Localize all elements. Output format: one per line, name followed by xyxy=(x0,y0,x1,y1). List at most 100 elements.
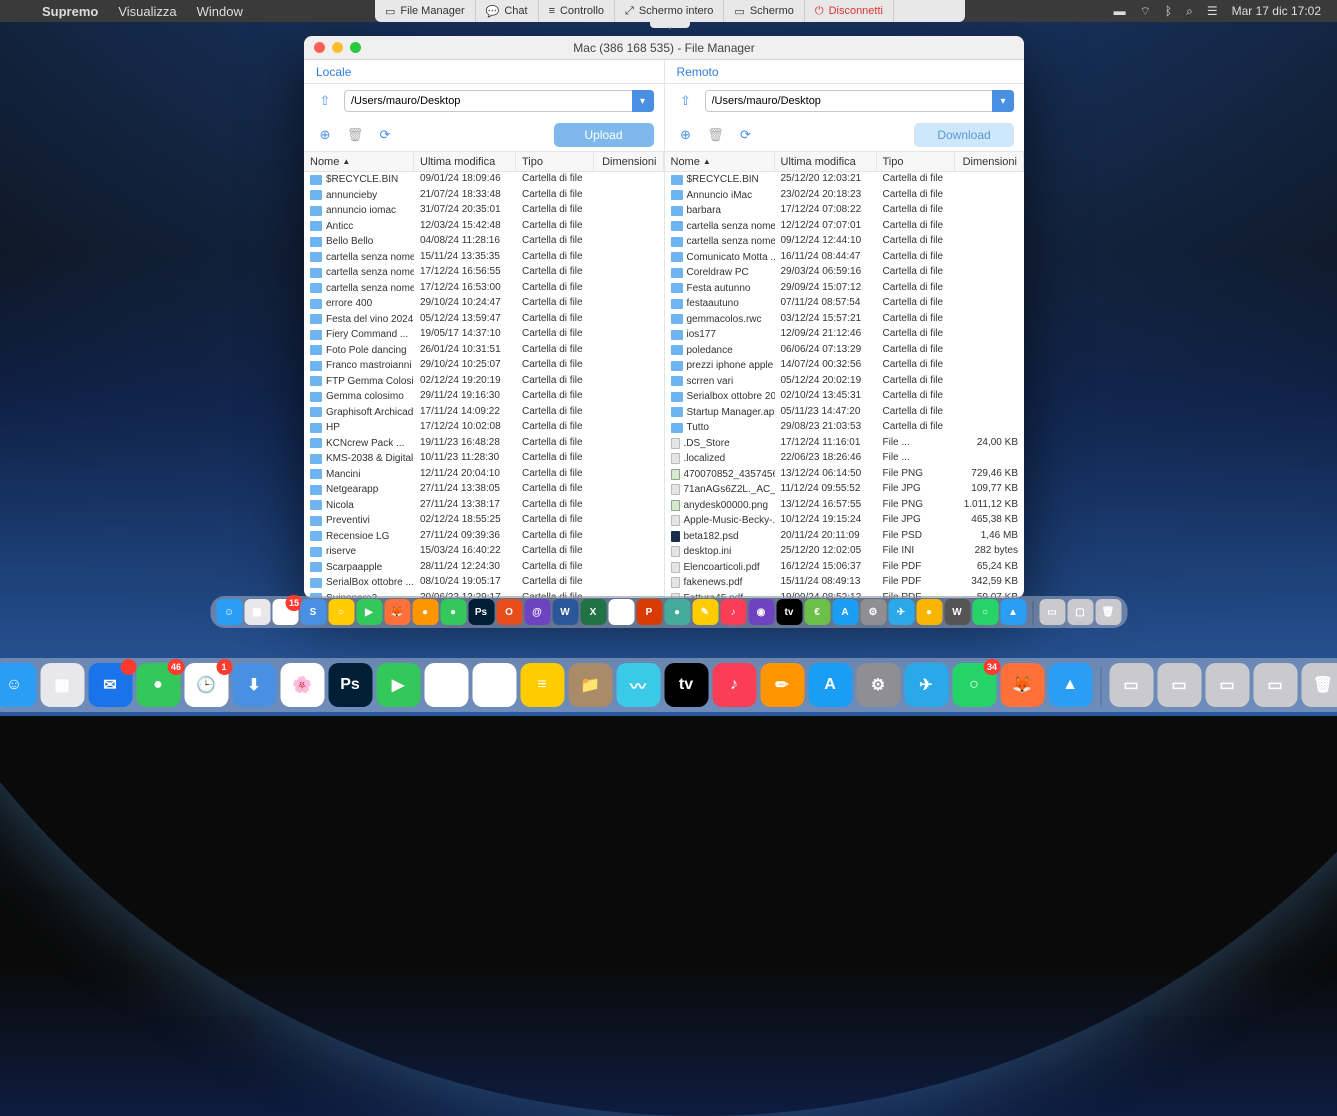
download-button[interactable]: Download xyxy=(914,123,1014,147)
dock-app-icon[interactable]: ● xyxy=(664,599,690,625)
dock-minimized-icon[interactable]: ▭ xyxy=(1157,663,1201,707)
file-row[interactable]: cartella senza nome15/11/24 13:35:35Cart… xyxy=(304,250,664,266)
trash-icon[interactable]: 🗑 xyxy=(1095,599,1121,625)
dock-app-icon[interactable]: ≡ xyxy=(520,663,564,707)
dock-minimized-icon[interactable]: ▭ xyxy=(1205,663,1249,707)
dock-app-icon[interactable]: 〰 xyxy=(616,663,660,707)
dock-app-icon[interactable]: ✎ xyxy=(472,663,516,707)
col-size[interactable]: Dimensioni xyxy=(594,152,664,171)
file-row[interactable]: annuncieby21/07/24 18:33:48Cartella di f… xyxy=(304,188,664,204)
file-row[interactable]: 470070852_4357456...13/12/24 06:14:50Fil… xyxy=(665,467,1025,483)
dock-app-icon[interactable]: ○ xyxy=(972,599,998,625)
file-row[interactable]: HP17/12/24 10:02:08Cartella di file xyxy=(304,420,664,436)
dock-app-icon[interactable]: ✎ xyxy=(692,599,718,625)
dock-minimized-icon[interactable]: ▭ xyxy=(1039,599,1065,625)
file-row[interactable]: $RECYCLE.BIN09/01/24 18:09:46Cartella di… xyxy=(304,172,664,188)
refresh-icon[interactable]: ⟳ xyxy=(374,124,396,146)
file-row[interactable]: SerialBox ottobre ...08/10/24 19:05:17Ca… xyxy=(304,575,664,591)
file-row[interactable]: cartella senza nome12/12/24 07:07:01Cart… xyxy=(665,219,1025,235)
wifi-icon[interactable]: ⌔ xyxy=(1140,4,1151,19)
dock-app-icon[interactable]: ✏ xyxy=(760,663,804,707)
dock-app-icon[interactable]: A xyxy=(808,663,852,707)
file-row[interactable]: .localized22/06/23 18:26:46File ... xyxy=(665,451,1025,467)
toolbar-schermo[interactable]: ▭Schermo xyxy=(724,0,804,22)
file-row[interactable]: festaautuno07/11/24 08:57:54Cartella di … xyxy=(665,296,1025,312)
file-row[interactable]: cartella senza nome 217/12/24 16:56:55Ca… xyxy=(304,265,664,281)
clock[interactable]: Mar 17 dic 17:02 xyxy=(1232,4,1321,18)
file-row[interactable]: Comunicato Motta ...16/11/24 08:44:47Car… xyxy=(665,250,1025,266)
file-row[interactable]: riserve15/03/24 16:40:22Cartella di file xyxy=(304,544,664,560)
file-row[interactable]: Festa del vino 202405/12/24 13:59:47Cart… xyxy=(304,312,664,328)
file-row[interactable]: cartella senza nome 209/12/24 12:44:10Ca… xyxy=(665,234,1025,250)
file-row[interactable]: Recensioe LG27/11/24 09:39:36Cartella di… xyxy=(304,529,664,545)
file-row[interactable]: scrren vari05/12/24 20:02:19Cartella di … xyxy=(665,374,1025,390)
dock-app-icon[interactable]: Ps xyxy=(328,663,372,707)
dock-app-icon[interactable]: ◉ xyxy=(748,599,774,625)
dock-app-icon[interactable]: ● xyxy=(440,599,466,625)
col-type[interactable]: Tipo xyxy=(877,152,955,171)
remote-file-list[interactable]: $RECYCLE.BIN25/12/20 12:03:21Cartella di… xyxy=(665,172,1025,598)
dock-app-icon[interactable]: ☺ xyxy=(0,663,36,707)
dock-app-icon[interactable]: ▦ xyxy=(40,663,84,707)
dock-app-icon[interactable]: O xyxy=(496,599,522,625)
dock-app-icon[interactable]: ○34 xyxy=(952,663,996,707)
file-row[interactable]: Bello Bello04/08/24 11:28:16Cartella di … xyxy=(304,234,664,250)
control-center-icon[interactable]: ☰ xyxy=(1207,4,1218,18)
file-row[interactable]: annuncio iomac31/07/24 20:35:01Cartella … xyxy=(304,203,664,219)
col-type[interactable]: Tipo xyxy=(516,152,594,171)
dock-app-icon[interactable]: ✉ xyxy=(88,663,132,707)
file-row[interactable]: Startup Manager.app05/11/23 14:47:20Cart… xyxy=(665,405,1025,421)
col-name[interactable]: Nome▲ xyxy=(304,152,414,171)
delete-icon[interactable]: 🗑 xyxy=(705,124,727,146)
dock-app-icon[interactable]: tv xyxy=(776,599,802,625)
dock-app-icon[interactable]: S xyxy=(300,599,326,625)
file-row[interactable]: Franco mastroianni29/10/24 10:25:07Carte… xyxy=(304,358,664,374)
local-path-input[interactable] xyxy=(344,90,654,112)
file-row[interactable]: fakenews.pdf15/11/24 08:49:13File PDF342… xyxy=(665,575,1025,591)
toolbar-file-manager[interactable]: ▭File Manager xyxy=(375,0,476,22)
dock-minimized-icon[interactable]: ▭ xyxy=(1109,663,1153,707)
col-size[interactable]: Dimensioni xyxy=(955,152,1025,171)
file-row[interactable]: FTP Gemma Colosimo02/12/24 19:20:19Carte… xyxy=(304,374,664,390)
battery-icon[interactable]: ▬ xyxy=(1114,4,1126,18)
dock-app-icon[interactable]: ⚙ xyxy=(856,663,900,707)
file-row[interactable]: Apple-Music-Becky-...10/12/24 19:15:24Fi… xyxy=(665,513,1025,529)
toolbar-controllo[interactable]: ≡Controllo xyxy=(539,0,615,22)
dock-app-icon[interactable]: W xyxy=(552,599,578,625)
dock-app-icon[interactable]: 🦊 xyxy=(1000,663,1044,707)
col-name[interactable]: Nome▲ xyxy=(665,152,775,171)
file-row[interactable]: $RECYCLE.BIN25/12/20 12:03:21Cartella di… xyxy=(665,172,1025,188)
nav-up-icon[interactable]: ⇧ xyxy=(314,90,336,112)
dock-app-icon[interactable]: ✈ xyxy=(904,663,948,707)
col-date[interactable]: Ultima modifica xyxy=(775,152,877,171)
dock-app-icon[interactable]: ● xyxy=(412,599,438,625)
file-row[interactable]: ios17712/09/24 21:12:46Cartella di file xyxy=(665,327,1025,343)
file-row[interactable]: Netgearapp27/11/24 13:38:05Cartella di f… xyxy=(304,482,664,498)
trash-icon[interactable]: 🗑 xyxy=(1301,663,1337,707)
toolbar-schermo-intero[interactable]: ⤢Schermo intero xyxy=(615,0,724,22)
toolbar-grip-icon[interactable]: ⌄ xyxy=(650,22,690,28)
file-row[interactable]: gemmacolos.rwc03/12/24 15:57:21Cartella … xyxy=(665,312,1025,328)
file-row[interactable]: Tutto29/08/23 21:03:53Cartella di file xyxy=(665,420,1025,436)
file-row[interactable]: Festa autunno29/09/24 15:07:12Cartella d… xyxy=(665,281,1025,297)
dock-app-icon[interactable]: ☺ xyxy=(216,599,242,625)
file-row[interactable]: Foto Pole dancing26/01/24 10:31:51Cartel… xyxy=(304,343,664,359)
nav-up-icon[interactable]: ⇧ xyxy=(675,90,697,112)
app-name[interactable]: Supremo xyxy=(32,4,108,19)
dock-app-icon[interactable]: ✉15 xyxy=(272,599,298,625)
dock-app-icon[interactable]: 17 xyxy=(424,663,468,707)
file-row[interactable]: Scarpaapple28/11/24 12:24:30Cartella di … xyxy=(304,560,664,576)
toolbar-chat[interactable]: 💬Chat xyxy=(476,0,539,22)
refresh-icon[interactable]: ⟳ xyxy=(735,124,757,146)
dock-app-icon[interactable]: ●46 xyxy=(136,663,180,707)
delete-icon[interactable]: 🗑 xyxy=(344,124,366,146)
bluetooth-icon[interactable]: ᛒ xyxy=(1165,4,1172,18)
dock-app-icon[interactable]: tv xyxy=(664,663,708,707)
new-folder-icon[interactable]: ⊕ xyxy=(675,124,697,146)
new-folder-icon[interactable]: ⊕ xyxy=(314,124,336,146)
file-row[interactable]: 71anAGs6Z2L._AC_...11/12/24 09:55:52File… xyxy=(665,482,1025,498)
file-row[interactable]: .DS_Store17/12/24 11:16:01File ...24,00 … xyxy=(665,436,1025,452)
dock-app-icon[interactable]: ▦ xyxy=(244,599,270,625)
dock-app-icon[interactable]: ✈ xyxy=(888,599,914,625)
path-dropdown-icon[interactable]: ▾ xyxy=(992,90,1014,112)
